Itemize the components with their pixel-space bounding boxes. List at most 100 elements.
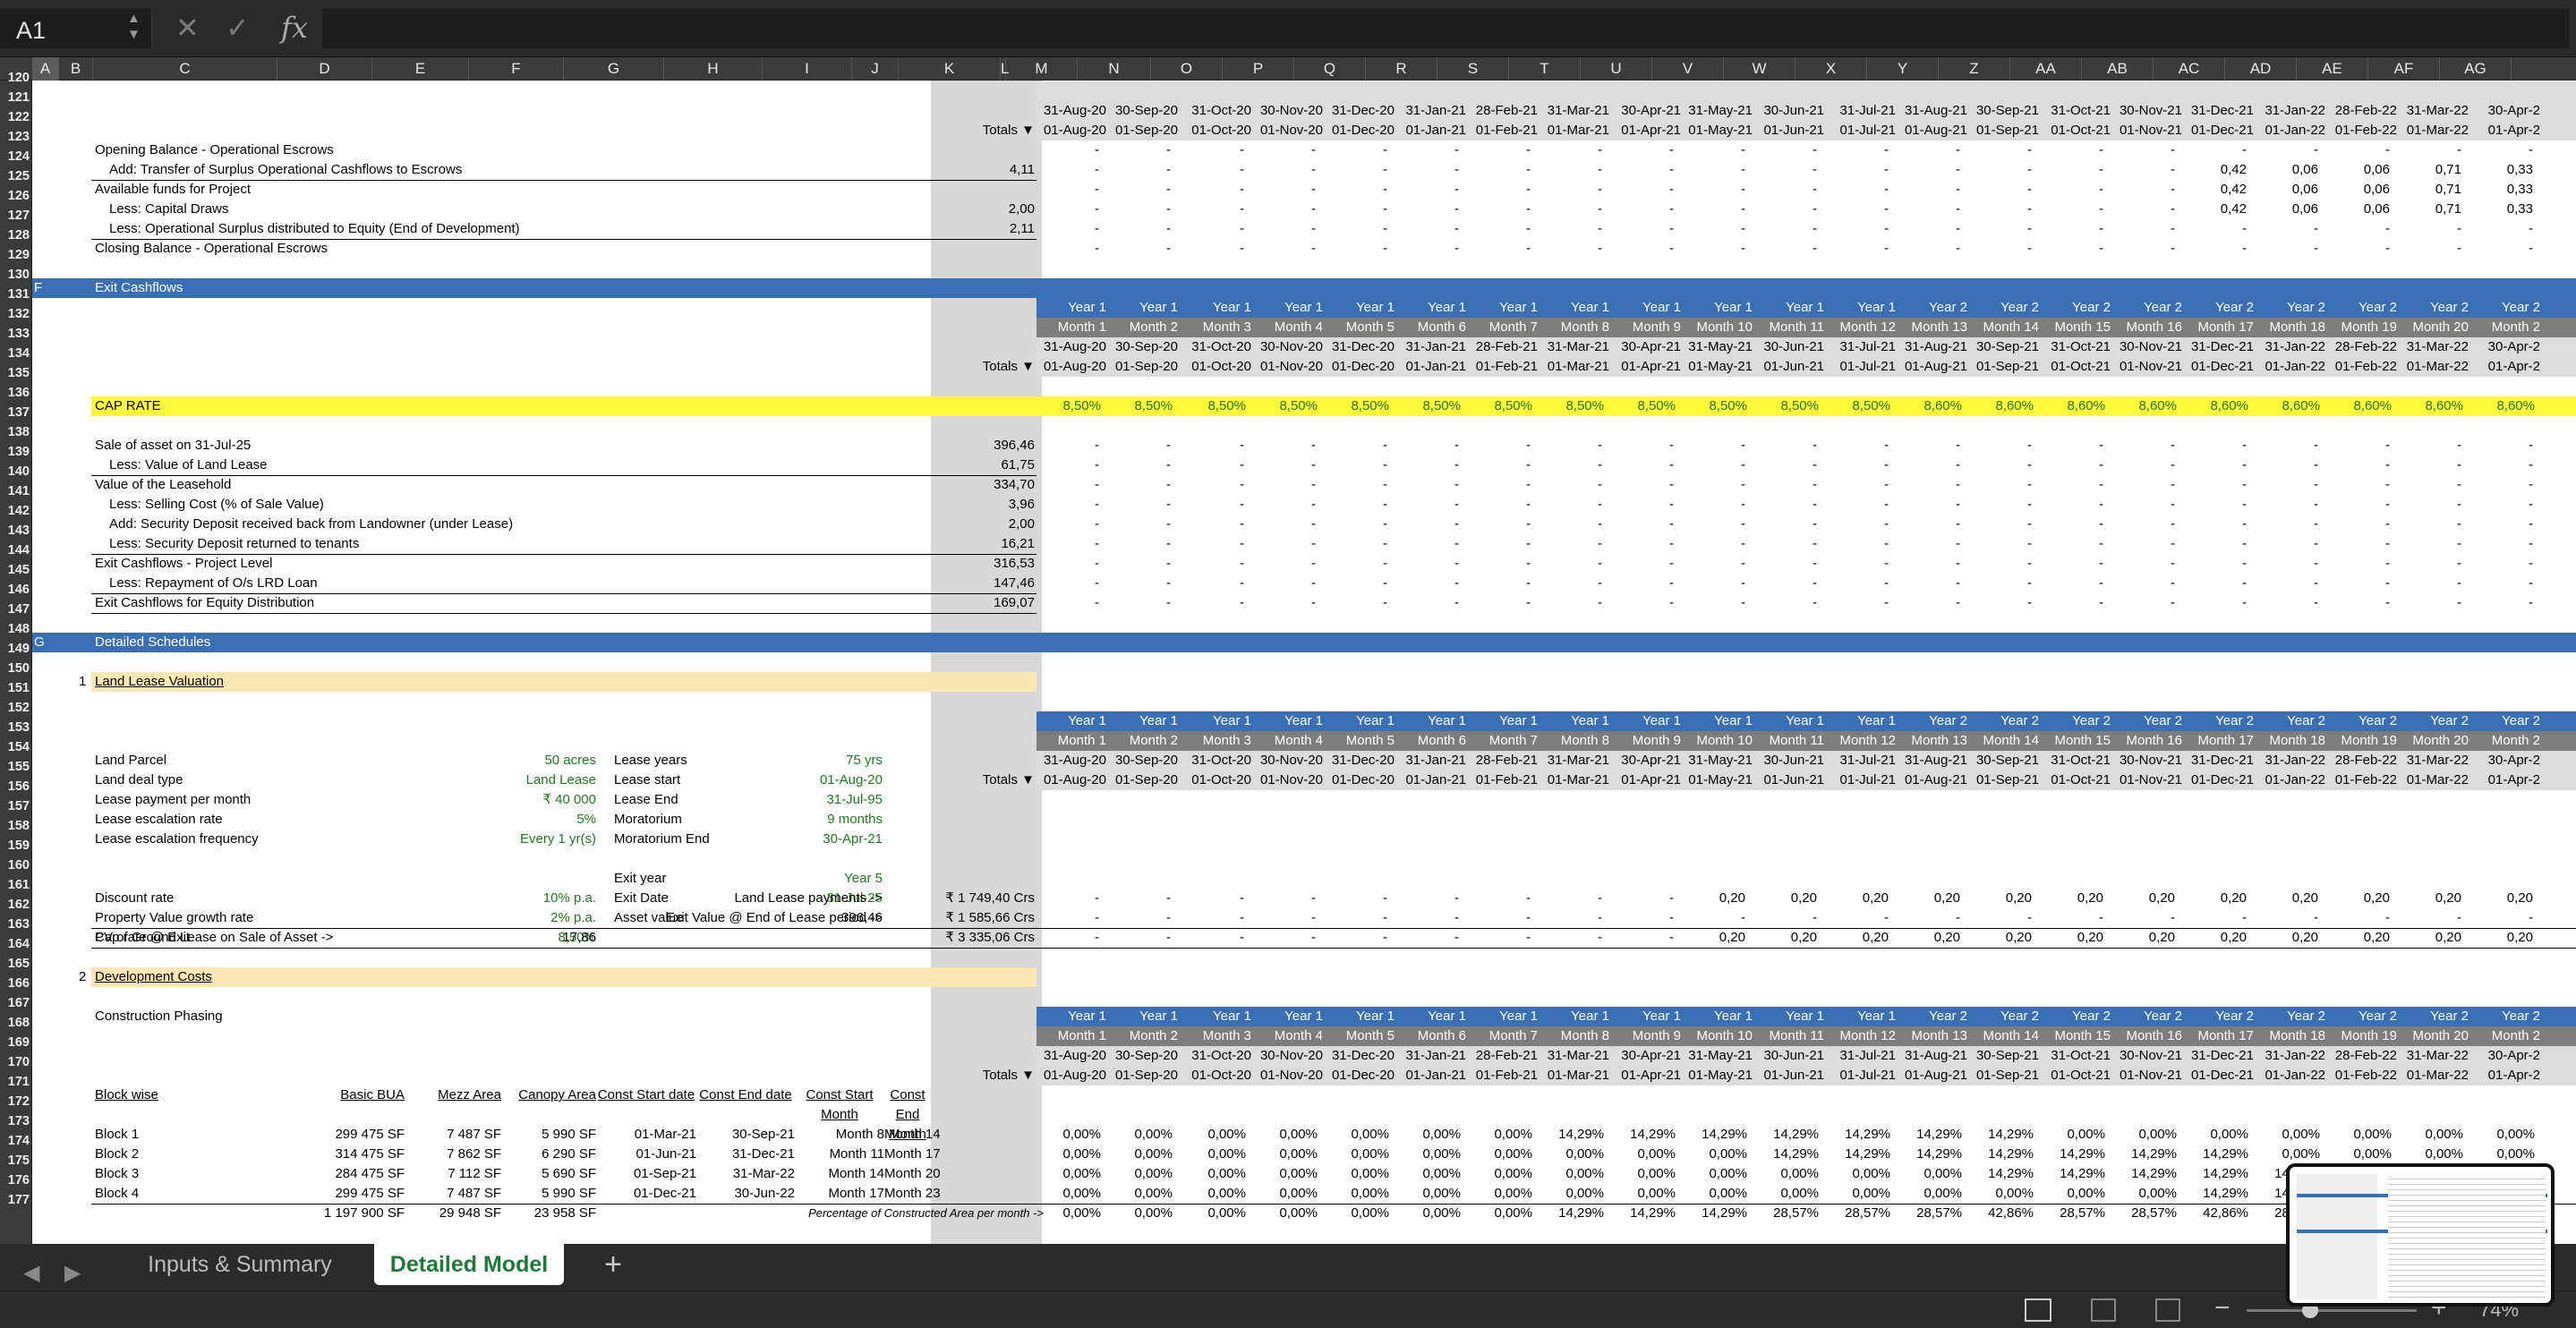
confirm-icon[interactable]: ✓ bbox=[226, 11, 250, 45]
column-header[interactable]: C bbox=[93, 57, 277, 81]
row-header[interactable]: 176 bbox=[0, 1171, 32, 1190]
row-header[interactable]: 163 bbox=[0, 915, 32, 934]
column-header[interactable]: AD bbox=[2225, 57, 2297, 81]
row-header[interactable]: 161 bbox=[0, 875, 32, 895]
sheet-minimap[interactable] bbox=[2286, 1163, 2555, 1307]
row-header[interactable]: 175 bbox=[0, 1151, 32, 1171]
row-header[interactable]: 125 bbox=[0, 166, 32, 186]
row-header[interactable]: 122 bbox=[0, 107, 32, 127]
column-header[interactable]: AB bbox=[2082, 57, 2154, 81]
column-header[interactable]: U bbox=[1581, 57, 1652, 81]
row-header[interactable]: 142 bbox=[0, 501, 32, 521]
column-header[interactable]: S bbox=[1437, 57, 1509, 81]
cancel-icon[interactable]: ✕ bbox=[175, 11, 200, 45]
column-header[interactable]: B bbox=[59, 57, 93, 81]
column-header[interactable]: I bbox=[763, 57, 852, 81]
column-header[interactable]: D bbox=[277, 57, 372, 81]
zoom-slider[interactable] bbox=[2247, 1309, 2417, 1312]
row-header[interactable]: 173 bbox=[0, 1111, 32, 1131]
add-sheet-button[interactable]: + bbox=[591, 1244, 635, 1285]
cell-area[interactable]: 31-Aug-20 01-Aug-20 30-Sep-20 01-Sep-20 31-O… bbox=[32, 81, 2576, 1244]
column-header[interactable]: R bbox=[1366, 57, 1437, 81]
tab-detailed-model[interactable]: Detailed Model bbox=[374, 1244, 564, 1285]
row-header[interactable]: 123 bbox=[0, 127, 32, 147]
page-break-icon[interactable] bbox=[2155, 1298, 2180, 1322]
row-header[interactable]: 147 bbox=[0, 600, 32, 619]
row-header[interactable]: 156 bbox=[0, 777, 32, 796]
row-header[interactable]: 131 bbox=[0, 285, 32, 304]
function-icon[interactable]: fx bbox=[281, 11, 308, 45]
column-header[interactable]: M bbox=[1006, 57, 1078, 81]
row-header[interactable]: 133 bbox=[0, 324, 32, 344]
row-header[interactable]: 121 bbox=[0, 88, 32, 107]
name-box-stepper-icon[interactable]: ▲ ▼ bbox=[127, 11, 141, 43]
column-header[interactable]: W bbox=[1724, 57, 1796, 81]
row-header[interactable]: 126 bbox=[0, 186, 32, 206]
column-header[interactable]: N bbox=[1078, 57, 1151, 81]
row-header[interactable]: 168 bbox=[0, 1013, 32, 1033]
prev-sheet-icon[interactable]: ◀ bbox=[23, 1253, 39, 1294]
normal-view-icon[interactable] bbox=[2025, 1298, 2051, 1322]
row-header[interactable]: 144 bbox=[0, 541, 32, 560]
tab-inputs-summary[interactable]: Inputs & Summary bbox=[115, 1244, 365, 1285]
column-header[interactable]: AG bbox=[2440, 57, 2512, 81]
row-header[interactable]: 155 bbox=[0, 757, 32, 777]
row-header[interactable]: 134 bbox=[0, 344, 32, 363]
row-header[interactable]: 127 bbox=[0, 206, 32, 226]
row-header[interactable]: 164 bbox=[0, 934, 32, 954]
row-header[interactable]: 143 bbox=[0, 521, 32, 541]
row-header[interactable]: 169 bbox=[0, 1033, 32, 1052]
row-header[interactable]: 137 bbox=[0, 403, 32, 422]
row-header[interactable]: 159 bbox=[0, 836, 32, 856]
row-header[interactable]: 166 bbox=[0, 974, 32, 993]
column-header[interactable]: F bbox=[469, 57, 564, 81]
column-header[interactable]: AE bbox=[2297, 57, 2368, 81]
row-header[interactable]: 135 bbox=[0, 363, 32, 383]
row-header[interactable]: 172 bbox=[0, 1092, 32, 1111]
zoom-out-icon[interactable]: − bbox=[2214, 1293, 2231, 1324]
row-header[interactable]: 174 bbox=[0, 1131, 32, 1151]
row-header[interactable]: 128 bbox=[0, 226, 32, 245]
row-header[interactable]: 145 bbox=[0, 560, 32, 580]
row-header[interactable]: 170 bbox=[0, 1052, 32, 1072]
row-header[interactable]: 146 bbox=[0, 580, 32, 600]
column-header[interactable]: Z bbox=[1939, 57, 2010, 81]
row-header[interactable]: 124 bbox=[0, 147, 32, 166]
row-header[interactable]: 152 bbox=[0, 698, 32, 718]
column-header[interactable]: O bbox=[1151, 57, 1223, 81]
column-header[interactable]: A bbox=[32, 57, 59, 81]
row-header[interactable]: 153 bbox=[0, 718, 32, 737]
column-header[interactable]: AF bbox=[2368, 57, 2440, 81]
column-header[interactable]: X bbox=[1796, 57, 1867, 81]
column-header[interactable]: Y bbox=[1867, 57, 1939, 81]
row-header[interactable]: 141 bbox=[0, 481, 32, 501]
column-header[interactable]: E bbox=[372, 57, 469, 81]
row-header[interactable]: 139 bbox=[0, 442, 32, 462]
row-header[interactable]: 167 bbox=[0, 993, 32, 1013]
row-header[interactable]: 148 bbox=[0, 619, 32, 639]
spreadsheet-grid[interactable]: A B C D E F G H I J K L M N O P Q R S T U V W X Y Z AA AB AC AD AE AF AG… bbox=[0, 57, 2576, 1244]
row-header[interactable]: 132 bbox=[0, 304, 32, 324]
row-header[interactable]: 129 bbox=[0, 245, 32, 265]
row-header[interactable]: 177 bbox=[0, 1190, 32, 1210]
row-header[interactable]: 149 bbox=[0, 639, 32, 659]
row-header[interactable]: 138 bbox=[0, 422, 32, 442]
row-header[interactable]: 158 bbox=[0, 816, 32, 836]
column-header[interactable]: AA bbox=[2010, 57, 2082, 81]
column-header[interactable]: AC bbox=[2154, 57, 2225, 81]
column-header[interactable]: Q bbox=[1294, 57, 1366, 81]
formula-input[interactable] bbox=[322, 9, 2569, 48]
row-header[interactable]: 120 bbox=[0, 68, 32, 88]
column-header[interactable]: J bbox=[852, 57, 899, 81]
column-header[interactable]: T bbox=[1509, 57, 1581, 81]
row-header[interactable]: 160 bbox=[0, 856, 32, 875]
row-header[interactable]: 171 bbox=[0, 1072, 32, 1092]
page-layout-icon[interactable] bbox=[2091, 1298, 2116, 1322]
next-sheet-icon[interactable]: ▶ bbox=[64, 1253, 81, 1294]
row-header[interactable]: 157 bbox=[0, 796, 32, 816]
column-header[interactable]: P bbox=[1223, 57, 1294, 81]
column-header[interactable]: V bbox=[1652, 57, 1724, 81]
row-header[interactable]: 165 bbox=[0, 954, 32, 974]
row-header[interactable]: 151 bbox=[0, 678, 32, 698]
row-header[interactable]: 130 bbox=[0, 265, 32, 285]
